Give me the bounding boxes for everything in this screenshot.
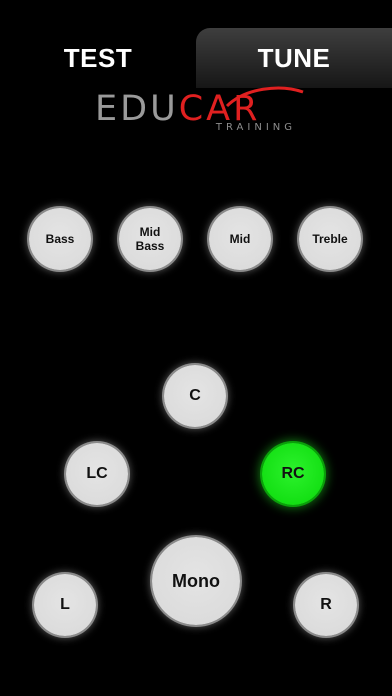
band-mid-bass-button[interactable]: Mid Bass [119, 208, 181, 270]
speaker-rc-button[interactable]: RC [262, 443, 324, 505]
speaker-lc-button[interactable]: LC [66, 443, 128, 505]
speaker-lc-label: LC [86, 465, 108, 482]
speaker-mono-button[interactable]: Mono [152, 537, 240, 625]
speaker-rc-label: RC [281, 465, 305, 482]
tab-tune-label: TUNE [257, 42, 331, 73]
band-mid-label: Mid [229, 232, 251, 246]
tab-test[interactable]: TEST [0, 28, 196, 88]
tuner-screen: TEST TUNE EDUCAR TRAINING Bass Mid Bass … [0, 0, 392, 696]
speaker-mono-label: Mono [172, 570, 220, 591]
speaker-l-button[interactable]: L [34, 574, 96, 636]
logo-subtitle: TRAINING [215, 122, 296, 133]
logo-edu-text: EDU [95, 89, 179, 129]
band-mid-button[interactable]: Mid [209, 208, 271, 270]
band-bass-button[interactable]: Bass [29, 208, 91, 270]
tab-tune[interactable]: TUNE [196, 28, 392, 88]
speaker-c-label: C [189, 387, 201, 404]
speaker-r-button[interactable]: R [295, 574, 357, 636]
tab-test-label: TEST [63, 42, 133, 73]
band-bass-label: Bass [45, 232, 75, 246]
band-mid-bass-label: Mid Bass [135, 225, 165, 253]
speaker-c-button[interactable]: C [164, 365, 226, 427]
band-treble-button[interactable]: Treble [299, 208, 361, 270]
speaker-r-label: R [320, 596, 332, 613]
band-treble-label: Treble [312, 232, 348, 246]
educar-logo: EDUCAR TRAINING [95, 84, 304, 140]
speaker-l-label: L [60, 596, 70, 613]
